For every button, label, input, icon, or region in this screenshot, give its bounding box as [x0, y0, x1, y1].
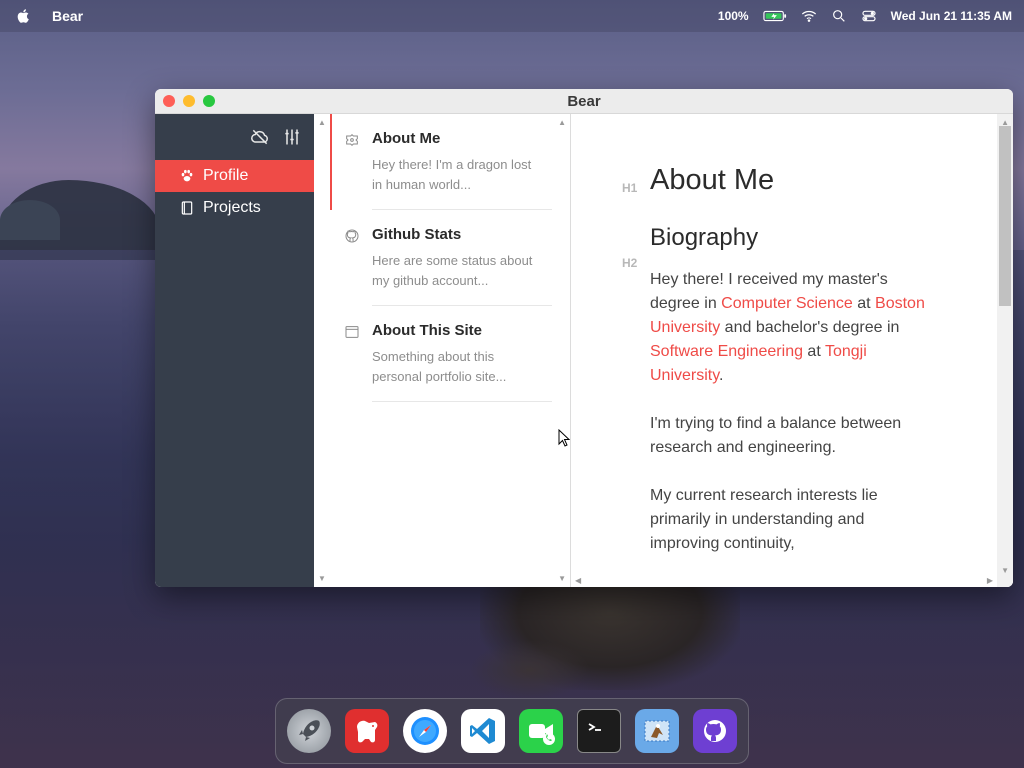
facetime-icon[interactable] — [519, 709, 563, 753]
note-title: About Me — [372, 130, 441, 147]
menu-status-area: 100% Wed Jun 21 11:35 AM — [704, 8, 1012, 24]
h2-marker: H2 — [622, 256, 638, 270]
note-snippet: Something about this personal portfolio … — [372, 349, 507, 384]
sidebar-item-profile[interactable]: Profile — [155, 160, 314, 192]
sidebar: Profile Projects — [155, 114, 314, 587]
editor-scroll-down[interactable]: ▼ — [1001, 566, 1009, 575]
mouse-cursor-icon — [558, 429, 570, 447]
minimize-button[interactable] — [183, 95, 195, 107]
scroll-down-arrow[interactable]: ▼ — [318, 574, 326, 583]
link-software-engineering[interactable]: Software Engineering — [650, 343, 803, 360]
note-item-about-this-site[interactable]: About This Site Something about this per… — [314, 306, 570, 402]
control-center-icon[interactable] — [861, 8, 877, 24]
scroll-down-arrow-right[interactable]: ▼ — [558, 574, 566, 583]
bear-window: Bear Profile Projects ▲ ▼ ▲ ▼ About Me H… — [155, 89, 1013, 587]
editor-scrollbar-thumb[interactable] — [999, 126, 1011, 306]
heading-about-me: About Me — [650, 164, 775, 196]
github-icon — [345, 229, 359, 243]
menu-bar: Bear 100% Wed Jun 21 11:35 AM — [0, 0, 1024, 32]
bio-text: at — [802, 343, 825, 360]
link-computer-science[interactable]: Computer Science — [721, 295, 853, 312]
sidebar-toolbar — [155, 114, 314, 160]
menu-app-name[interactable]: Bear — [52, 8, 83, 24]
editor-content[interactable]: H1 About Me H2 Biography Hey there! I re… — [622, 164, 930, 556]
traffic-lights — [163, 95, 215, 107]
maximize-button[interactable] — [203, 95, 215, 107]
editor-scroll-right[interactable]: ▶ — [987, 576, 993, 585]
sidebar-item-label: Projects — [203, 199, 261, 216]
desktop-hill-small — [0, 200, 60, 240]
launchpad-icon[interactable] — [287, 709, 331, 753]
paw-icon — [181, 169, 193, 182]
bio-paragraph: Hey there! I received my master's degree… — [650, 268, 925, 388]
bear-app-icon[interactable] — [345, 709, 389, 753]
heading-biography: Biography — [650, 224, 759, 251]
editor-scroll-left[interactable]: ◀ — [575, 576, 581, 585]
window-title: Bear — [567, 92, 601, 110]
vscode-icon[interactable] — [461, 709, 505, 753]
sidebar-item-label: Profile — [203, 167, 249, 184]
wifi-icon[interactable] — [801, 8, 817, 24]
book-icon — [181, 201, 193, 215]
badge-icon — [346, 133, 358, 147]
github-app-icon[interactable] — [693, 709, 737, 753]
note-title: Github Stats — [372, 226, 462, 243]
note-snippet: Here are some status about my github acc… — [372, 253, 533, 288]
desktop-rock-small — [470, 640, 590, 700]
h1-marker: H1 — [622, 181, 638, 195]
close-button[interactable] — [163, 95, 175, 107]
note-title: About This Site — [372, 322, 482, 339]
note-list: ▲ ▼ ▲ ▼ About Me Hey there! I'm a dragon… — [314, 114, 571, 587]
browser-window-icon — [345, 326, 359, 338]
safari-icon[interactable] — [403, 709, 447, 753]
note-editor[interactable]: ▲ ▼ ◀ ▶ H1 About Me H2 Biography Hey the… — [571, 114, 1013, 587]
note-item-about-me[interactable]: About Me Hey there! I'm a dragon lost in… — [314, 114, 570, 210]
sidebar-item-projects[interactable]: Projects — [155, 192, 314, 224]
sliders-icon[interactable] — [282, 127, 302, 147]
battery-percent: 100% — [717, 9, 749, 23]
bio-text: . — [719, 367, 724, 384]
terminal-icon[interactable] — [577, 709, 621, 753]
note-divider — [372, 401, 552, 402]
selected-note-indicator — [330, 114, 332, 210]
note-snippet: Hey there! I'm a dragon lost in human wo… — [372, 157, 532, 192]
research-paragraph: My current research interests lie primar… — [650, 487, 878, 552]
mail-icon[interactable] — [635, 709, 679, 753]
bio-text: and bachelor's degree in — [720, 319, 900, 336]
dock — [275, 698, 749, 764]
balance-paragraph: I'm trying to find a balance between res… — [650, 415, 902, 456]
menu-clock[interactable]: Wed Jun 21 11:35 AM — [891, 9, 1012, 23]
note-item-github-stats[interactable]: Github Stats Here are some status about … — [314, 210, 570, 306]
search-icon[interactable] — [831, 8, 847, 24]
cloud-off-icon[interactable] — [250, 127, 270, 147]
apple-icon[interactable] — [16, 8, 32, 24]
battery-icon[interactable] — [762, 10, 787, 22]
bio-text: at — [852, 295, 876, 312]
window-titlebar[interactable]: Bear — [155, 89, 1013, 114]
editor-scroll-up[interactable]: ▲ — [1001, 118, 1009, 127]
